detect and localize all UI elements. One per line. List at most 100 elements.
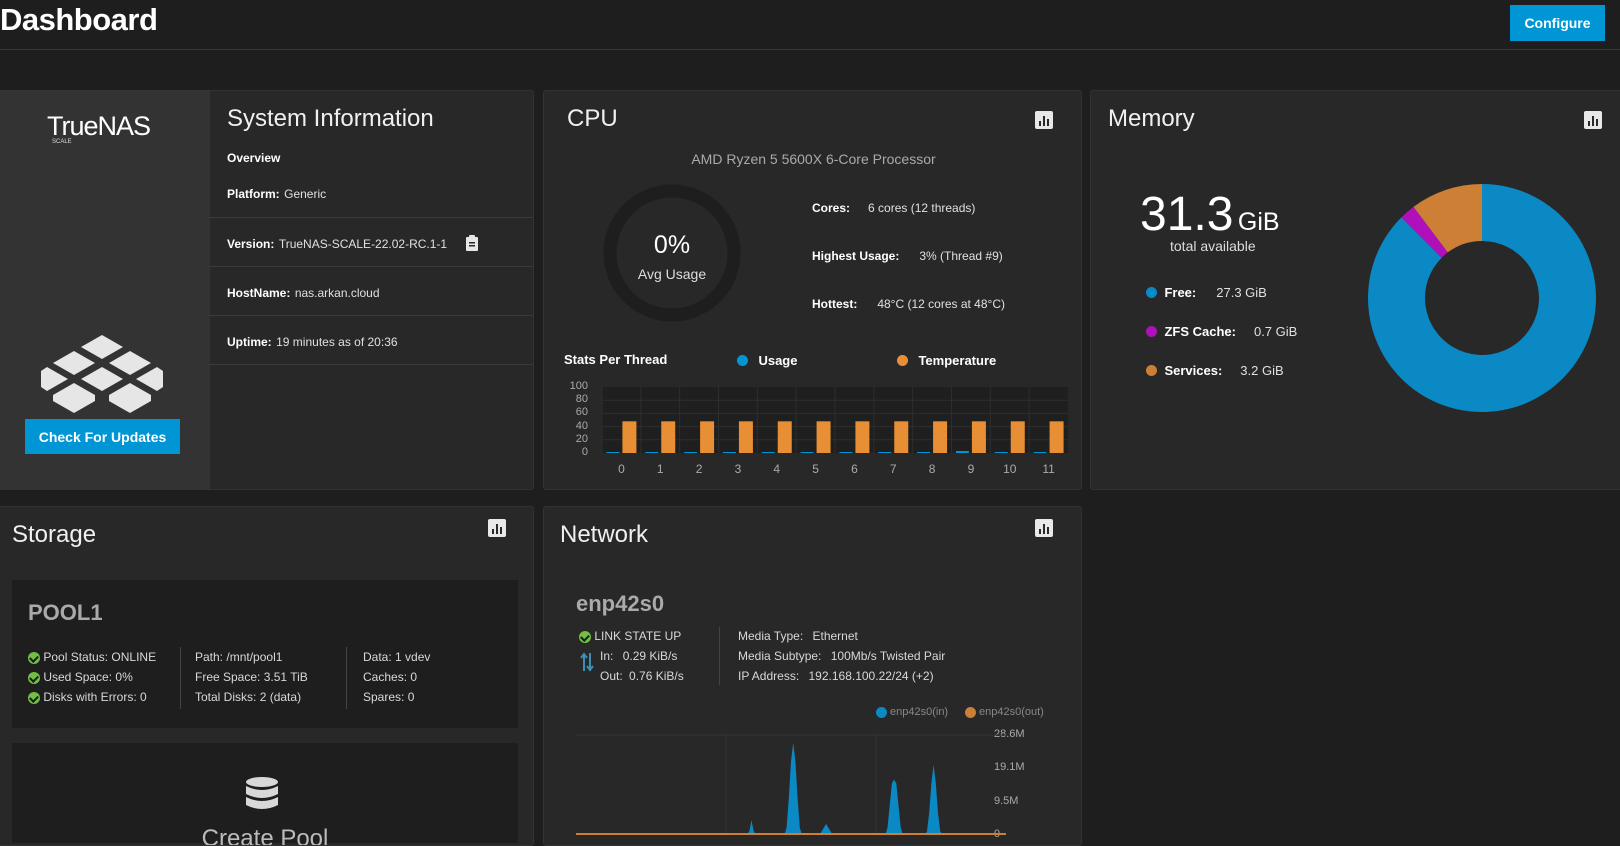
media-type-value: Ethernet bbox=[812, 629, 858, 643]
storage-reports-chart-icon[interactable] bbox=[488, 519, 506, 537]
check-icon bbox=[579, 630, 591, 643]
hottest-row: Hottest: 48°C (12 cores at 48°C) bbox=[812, 295, 1005, 313]
divider bbox=[209, 266, 533, 267]
x-tick-label: 4 bbox=[773, 462, 780, 476]
platform-value: Generic bbox=[284, 187, 327, 201]
in-value: 0.29 KiB/s bbox=[622, 649, 678, 663]
caches-row: Caches: 0 bbox=[363, 670, 417, 684]
services-value: 3.2 GiB bbox=[1240, 363, 1284, 378]
network-reports-chart-icon[interactable] bbox=[1035, 519, 1053, 537]
network-title: Network bbox=[560, 521, 649, 548]
highest-usage-label: Highest Usage: bbox=[812, 249, 900, 263]
memory-reports-chart-icon[interactable] bbox=[1584, 111, 1602, 129]
y-tick-label: 100 bbox=[569, 380, 588, 392]
pool-panel: POOL1 Pool Status: ONLINE Used Space: 0%… bbox=[12, 580, 518, 728]
x-tick-label: 3 bbox=[735, 462, 742, 476]
memory-donut-chart bbox=[1368, 184, 1596, 412]
temperature-bar bbox=[894, 421, 909, 453]
y-tick-label: 20 bbox=[575, 432, 588, 445]
x-tick-label: 0 bbox=[618, 462, 625, 476]
check-for-updates-button[interactable]: Check For Updates bbox=[25, 419, 180, 454]
data-label: Data: bbox=[363, 650, 392, 664]
x-tick-label: 7 bbox=[890, 462, 897, 476]
legend-in: enp42s0(in) bbox=[876, 706, 948, 718]
out-value: 0.76 KiB/s bbox=[629, 669, 684, 683]
media-type-label: Media Type: bbox=[738, 629, 804, 643]
create-pool-label[interactable]: Create Pool bbox=[12, 825, 518, 845]
usage-bar bbox=[645, 452, 659, 453]
x-tick-label: 5 bbox=[812, 462, 819, 476]
legend-usage: Usage bbox=[737, 352, 797, 370]
avg-usage-value: 0% bbox=[653, 231, 691, 259]
free-space-row: Free Space: 3.51 TiB bbox=[195, 670, 308, 684]
zfs-cache-swatch bbox=[1146, 326, 1157, 338]
in-row: In: 0.29 KiB/s bbox=[600, 649, 677, 663]
x-tick-label: 11 bbox=[1042, 462, 1055, 476]
pool-divider bbox=[180, 647, 181, 709]
media-subtype-value: 100Mb/s Twisted Pair bbox=[830, 649, 946, 663]
usage-bar bbox=[606, 452, 620, 453]
page-title: Dashboard bbox=[0, 2, 158, 37]
cpu-thread-chart: 0 1 2 3 4 5 6 7 8 9 10 11 bbox=[601, 387, 1068, 476]
used-space-label: Used Space: bbox=[43, 670, 113, 684]
free-space-label: Free Space: bbox=[195, 670, 261, 684]
truenas-logo: TrueNAS bbox=[47, 111, 151, 141]
legend-in-label: enp42s0(in) bbox=[890, 706, 949, 718]
pool-status-value: ONLINE bbox=[111, 650, 157, 664]
version-label: Version: bbox=[227, 237, 275, 251]
logo-panel: TrueNAS SCALE Check For Updates bbox=[0, 91, 210, 489]
cpu-reports-chart-icon[interactable] bbox=[1035, 111, 1053, 129]
y-tick-label: 40 bbox=[575, 419, 588, 432]
configure-button[interactable]: Configure bbox=[1510, 5, 1605, 41]
free-swatch bbox=[1146, 287, 1157, 299]
caches-value: 0 bbox=[410, 670, 418, 684]
legend-temperature-label: Temperature bbox=[918, 353, 997, 368]
legend-out: enp42s0(out) bbox=[965, 706, 1044, 718]
caches-label: Caches: bbox=[363, 670, 408, 684]
temperature-bar bbox=[777, 421, 792, 453]
avg-usage-label: Avg Usage bbox=[637, 266, 707, 282]
media-type-row: Media Type: Ethernet bbox=[738, 629, 858, 643]
media-subtype-row: Media Subtype: 100Mb/s Twisted Pair bbox=[738, 649, 945, 663]
version-row: Version: TrueNAS-SCALE-22.02-RC.1-1 bbox=[227, 235, 447, 253]
network-divider bbox=[719, 627, 720, 685]
cores-value: 6 cores (12 threads) bbox=[868, 201, 976, 215]
path-value: /mnt/pool1 bbox=[226, 650, 283, 664]
temperature-bar bbox=[622, 421, 637, 453]
total-disks-value: 2 (data) bbox=[259, 690, 302, 704]
out-label: Out: bbox=[600, 669, 623, 683]
usage-bar bbox=[800, 452, 814, 453]
network-card: Network enp42s0 LINK STATE UP In: 0.29 K… bbox=[543, 506, 1082, 846]
zfs-cache-value: 0.7 GiB bbox=[1253, 324, 1298, 339]
temperature-bar bbox=[1010, 421, 1025, 453]
create-pool-panel[interactable]: Create Pool bbox=[12, 743, 518, 845]
system-information-title: System Information bbox=[227, 105, 434, 132]
legend-in-swatch bbox=[876, 706, 887, 718]
temperature-bar bbox=[738, 421, 753, 453]
x-tick-label: 2 bbox=[696, 462, 703, 476]
pool-name: POOL1 bbox=[28, 600, 103, 625]
ip-address-row: IP Address: 192.168.100.22/24 (+2) bbox=[738, 669, 934, 683]
zfs-cache-label: ZFS Cache: bbox=[1164, 324, 1236, 339]
legend-temperature: Temperature bbox=[897, 352, 996, 370]
network-traffic-chart bbox=[576, 734, 1006, 835]
copy-clipboard-icon[interactable] bbox=[465, 235, 479, 251]
total-disks-row: Total Disks: 2 (data) bbox=[195, 690, 301, 704]
uptime-label: Uptime: bbox=[227, 335, 272, 349]
data-row: Data: 1 vdev bbox=[363, 650, 430, 664]
hostname-row: HostName: nas.arkan.cloud bbox=[227, 284, 380, 302]
pool-status-row: Pool Status: ONLINE bbox=[28, 650, 156, 664]
hostname-label: HostName: bbox=[227, 286, 291, 300]
disks-errors-label: Disks with Errors: bbox=[43, 690, 137, 704]
storage-card: Storage POOL1 Pool Status: ONLINE Used S… bbox=[0, 506, 534, 846]
memory-total: 31.3 GiB bbox=[1140, 187, 1280, 242]
disks-errors-row: Disks with Errors: 0 bbox=[28, 690, 147, 704]
cpu-title: CPU bbox=[567, 105, 618, 132]
total-disks-label: Total Disks: bbox=[195, 690, 257, 704]
usage-bar bbox=[955, 451, 969, 453]
services-label: Services: bbox=[1164, 363, 1223, 378]
free-label: Free: bbox=[1164, 285, 1197, 300]
in-label: In: bbox=[600, 649, 614, 663]
temperature-bar bbox=[971, 421, 986, 453]
system-information-card: TrueNAS SCALE Check For Updates System I… bbox=[0, 90, 534, 490]
